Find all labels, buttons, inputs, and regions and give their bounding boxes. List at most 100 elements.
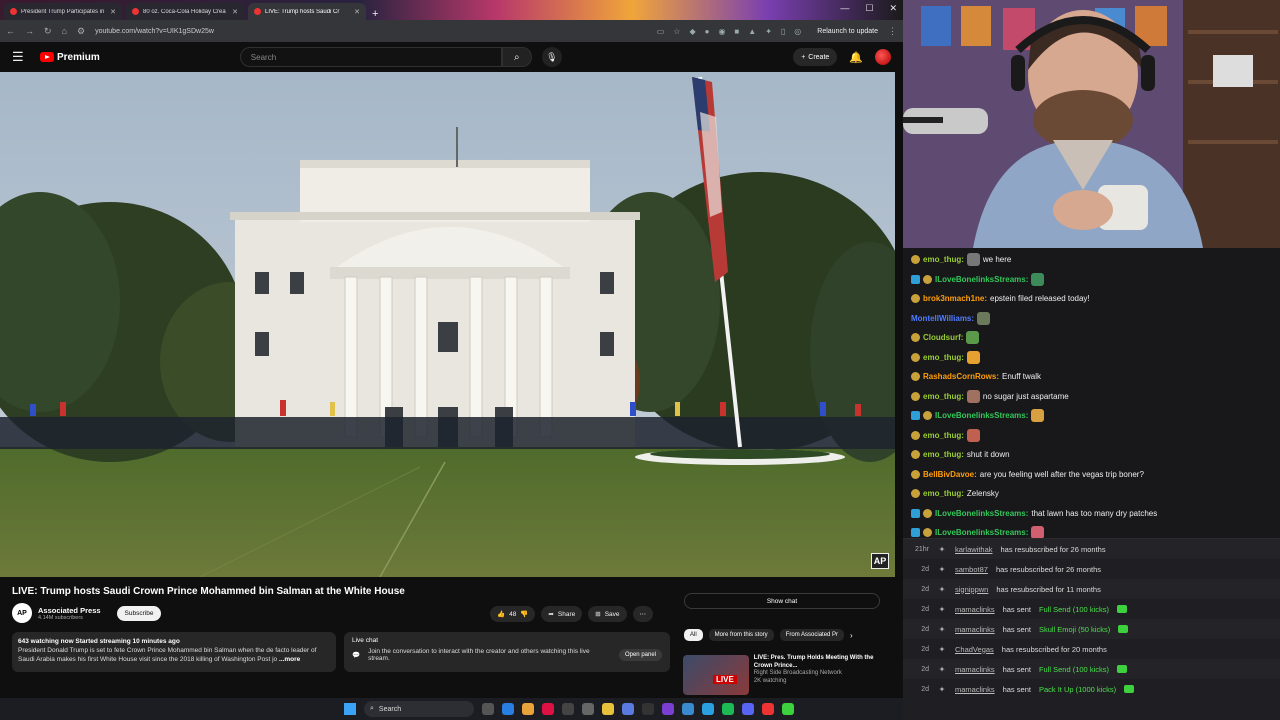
- create-button[interactable]: + Create: [793, 48, 838, 66]
- menu-dots-icon[interactable]: ⋮: [888, 26, 897, 37]
- plus-icon: +: [801, 53, 806, 61]
- event-username[interactable]: signippwn: [955, 585, 988, 594]
- notifications-bell-icon[interactable]: 🔔: [849, 51, 863, 64]
- close-tab-icon[interactable]: ✕: [110, 8, 116, 16]
- event-username[interactable]: sambot87: [955, 565, 988, 574]
- like-dislike-button[interactable]: 👍 48 👎: [490, 606, 536, 622]
- chat-username[interactable]: brok3nmach1ne:: [923, 294, 987, 303]
- chrome-icon[interactable]: [522, 703, 534, 715]
- chat-username[interactable]: ILoveBonelinksStreams:: [935, 509, 1028, 518]
- recommendation-chips: All More from this story From Associated…: [684, 629, 853, 641]
- browser-tab[interactable]: 80 oz. Coca-Cola Holiday Crea ✕: [126, 3, 244, 20]
- voice-search-button[interactable]: 🎙: [541, 47, 562, 67]
- chat-username[interactable]: ILoveBonelinksStreams:: [935, 411, 1028, 420]
- open-panel-button[interactable]: Open panel: [618, 649, 662, 661]
- share-button[interactable]: ➦ Share: [541, 606, 583, 622]
- video-thumbnail[interactable]: LIVE: [683, 655, 749, 695]
- show-chat-button[interactable]: Show chat: [684, 593, 880, 609]
- taskbar-search[interactable]: ⌕ Search: [364, 701, 474, 717]
- chip-from-associated-press[interactable]: From Associated Pr: [779, 629, 845, 641]
- discord-icon[interactable]: [742, 703, 754, 715]
- forward-icon[interactable]: →: [25, 26, 34, 36]
- chat-username[interactable]: emo_thug:: [923, 392, 964, 401]
- description-box[interactable]: 643 watching now Started streaming 10 mi…: [12, 632, 336, 672]
- chat-text: that lawn has too many dry patches: [1031, 508, 1158, 518]
- channel-avatar[interactable]: AP: [12, 603, 32, 623]
- close-tab-icon[interactable]: ✕: [232, 8, 238, 16]
- close-window-icon[interactable]: ✕: [889, 3, 897, 14]
- video-player[interactable]: AP: [0, 72, 895, 577]
- chat-username[interactable]: emo_thug:: [923, 353, 964, 362]
- app-icon[interactable]: [702, 703, 714, 715]
- back-icon[interactable]: ←: [6, 26, 15, 36]
- windows-start-icon[interactable]: [344, 703, 356, 715]
- chat-username[interactable]: emo_thug:: [923, 255, 964, 264]
- event-username[interactable]: mamaclinks: [955, 685, 995, 694]
- event-username[interactable]: mamaclinks: [955, 605, 995, 614]
- chat-username[interactable]: MontellWilliams:: [911, 314, 974, 323]
- minimize-icon[interactable]: —: [840, 3, 849, 14]
- chat-username[interactable]: emo_thug:: [923, 431, 964, 440]
- app-icon[interactable]: [762, 703, 774, 715]
- url-field[interactable]: youtube.com/watch?v=UIK1gSDw25w: [95, 28, 647, 35]
- chat-username[interactable]: Cloudsurf:: [923, 333, 963, 342]
- activity-event: 2d ✦ mamaclinks has sent Pack It Up (1000 ki…: [903, 679, 1280, 699]
- more-actions-button[interactable]: ⋯: [632, 606, 654, 622]
- puzzle-icon[interactable]: ✦: [765, 27, 772, 36]
- browser-tab[interactable]: President Trump Participates in ✕: [4, 3, 122, 20]
- app-icon[interactable]: [562, 703, 574, 715]
- recommended-video[interactable]: LIVE LIVE: Pres. Trump Holds Meeting Wit…: [683, 655, 883, 695]
- reload-icon[interactable]: ↻: [44, 26, 52, 37]
- chat-username[interactable]: RashadsCornRows:: [923, 372, 999, 381]
- youtube-logo[interactable]: Premium: [40, 52, 100, 63]
- event-username[interactable]: karlawithak: [955, 545, 993, 554]
- chat-username[interactable]: emo_thug:: [923, 489, 964, 498]
- relaunch-button[interactable]: Relaunch to update: [817, 28, 878, 35]
- task-view-icon[interactable]: [482, 703, 494, 715]
- kick-icon[interactable]: [782, 703, 794, 715]
- file-explorer-icon[interactable]: [602, 703, 614, 715]
- chat-username[interactable]: ILoveBonelinksStreams:: [935, 275, 1028, 284]
- app-icon[interactable]: [662, 703, 674, 715]
- hamburger-menu-icon[interactable]: ☰: [12, 49, 32, 65]
- chat-username[interactable]: ILoveBonelinksStreams:: [935, 528, 1028, 537]
- extension-icon[interactable]: ◉: [718, 27, 725, 36]
- more-link[interactable]: ...more: [279, 656, 300, 663]
- save-button[interactable]: ⊞ Save: [588, 606, 627, 622]
- bookmark-star-icon[interactable]: ☆: [673, 27, 680, 36]
- app-icon[interactable]: [542, 703, 554, 715]
- chip-all[interactable]: All: [684, 629, 703, 641]
- terminal-icon[interactable]: [582, 703, 594, 715]
- app-icon[interactable]: [682, 703, 694, 715]
- extension-icon[interactable]: ■: [734, 27, 739, 36]
- thumbs-down-icon[interactable]: 👎: [520, 610, 528, 618]
- channel-name[interactable]: Associated Press: [38, 606, 101, 615]
- chat-username[interactable]: BellBivDavoe:: [923, 470, 977, 479]
- site-info-icon[interactable]: ⚙: [77, 26, 85, 37]
- sidepanel-icon[interactable]: ▯: [781, 27, 785, 36]
- home-icon[interactable]: ⌂: [62, 26, 67, 36]
- edge-icon[interactable]: [502, 703, 514, 715]
- subscribe-button[interactable]: Subscribe: [116, 605, 162, 621]
- app-icon[interactable]: [642, 703, 654, 715]
- install-icon[interactable]: ▭: [657, 27, 665, 36]
- maximize-icon[interactable]: ☐: [865, 3, 873, 14]
- app-icon[interactable]: [622, 703, 634, 715]
- close-tab-icon[interactable]: ✕: [354, 8, 360, 16]
- chevron-right-icon[interactable]: ›: [850, 631, 853, 640]
- new-tab-icon[interactable]: +: [372, 8, 378, 20]
- spotify-icon[interactable]: [722, 703, 734, 715]
- chat-username[interactable]: emo_thug:: [923, 450, 964, 459]
- event-username[interactable]: ChadVegas: [955, 645, 994, 654]
- search-button[interactable]: ⌕: [501, 47, 532, 67]
- avatar[interactable]: [875, 49, 891, 65]
- chip-more-from-story[interactable]: More from this story: [708, 629, 774, 641]
- browser-tab-active[interactable]: LIVE: Trump hosts Saudi Cr ✕: [248, 3, 366, 20]
- extension-icon[interactable]: ●: [705, 27, 710, 36]
- event-username[interactable]: mamaclinks: [955, 665, 995, 674]
- search-input[interactable]: Search: [239, 47, 502, 67]
- event-username[interactable]: mamaclinks: [955, 625, 995, 634]
- profile-icon[interactable]: ◎: [794, 27, 801, 36]
- extension-icon[interactable]: ◆: [689, 27, 695, 36]
- extension-icon[interactable]: ▲: [748, 27, 756, 36]
